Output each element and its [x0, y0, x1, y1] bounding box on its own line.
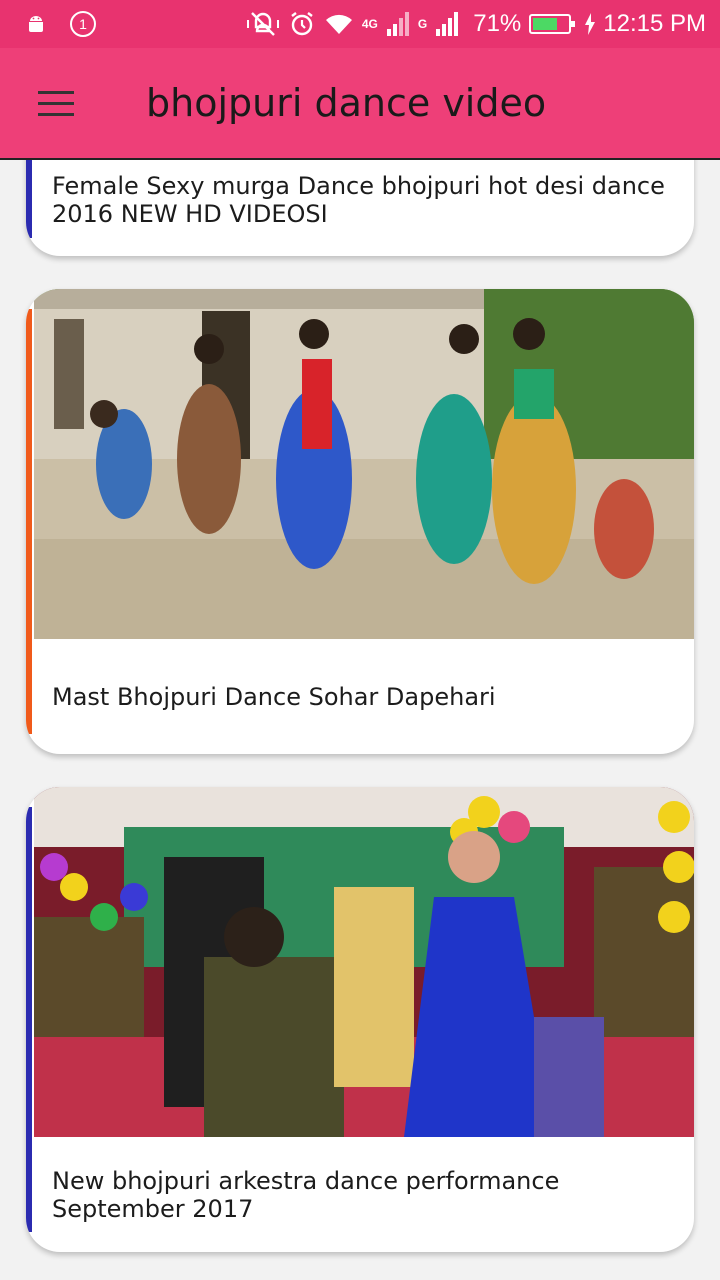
vibrate-off-icon [246, 11, 280, 37]
video-thumbnail[interactable] [34, 289, 694, 639]
signal-icon [386, 11, 410, 37]
charging-icon [585, 13, 596, 35]
video-title[interactable]: New bhojpuri arkestra dance performance … [52, 1167, 670, 1223]
network-type-g: G [417, 17, 428, 31]
notification-count-badge: 1 [70, 11, 96, 37]
clock-time: 12:15 PM [603, 10, 706, 37]
app-bar: bhojpuri dance video [0, 48, 720, 160]
signal-icon-2 [435, 11, 459, 37]
video-card[interactable]: Mast Bhojpuri Dance Sohar Dapehari [26, 289, 694, 754]
wifi-icon [324, 11, 354, 37]
video-thumbnail[interactable] [34, 787, 694, 1137]
menu-icon[interactable] [24, 71, 88, 135]
card-accent-bar [26, 807, 32, 1232]
network-type-4g: 4G [361, 17, 378, 31]
battery-icon [529, 14, 576, 34]
video-title[interactable]: Female Sexy murga Dance bhojpuri hot des… [52, 172, 670, 228]
card-accent-bar [26, 309, 32, 734]
card-accent-bar [26, 160, 32, 238]
video-card[interactable]: New bhojpuri arkestra dance performance … [26, 787, 694, 1252]
video-card[interactable]: Female Sexy murga Dance bhojpuri hot des… [26, 160, 694, 256]
page-title: bhojpuri dance video [146, 81, 547, 125]
android-icon [24, 12, 48, 36]
status-bar: 1 4G G 71% 12:15 PM [0, 0, 720, 48]
battery-percent: 71% [473, 10, 522, 37]
video-title[interactable]: Mast Bhojpuri Dance Sohar Dapehari [52, 683, 670, 711]
alarm-icon [288, 10, 316, 38]
video-list[interactable]: Female Sexy murga Dance bhojpuri hot des… [0, 160, 720, 1280]
